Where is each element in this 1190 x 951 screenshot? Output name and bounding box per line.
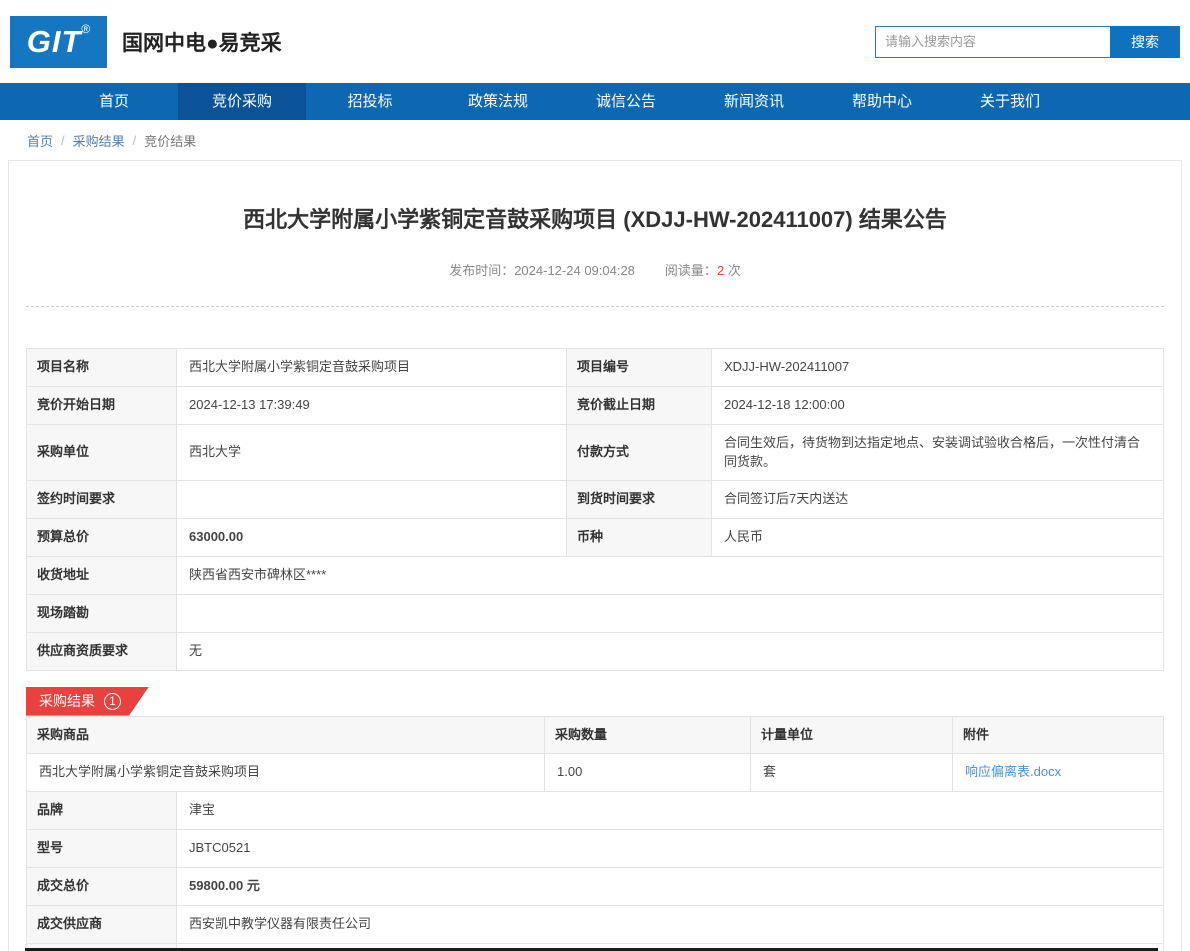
field-label: 竞价开始日期 — [27, 386, 177, 424]
field-label: 项目编号 — [567, 349, 712, 387]
views-unit: 次 — [728, 263, 741, 278]
table-row: 签约时间要求 到货时间要求 合同签订后7天内送达 — [27, 481, 1164, 519]
table-row: 预算总价 63000.00 币种 人民币 — [27, 519, 1164, 557]
field-value: 西北大学附属小学紫铜定音鼓采购项目 — [177, 349, 567, 387]
publish-time-value: 2024-12-24 09:04:28 — [514, 263, 635, 278]
nav-item-help[interactable]: 帮助中心 — [818, 83, 946, 120]
table-header-row: 采购商品 采购数量 计量单位 附件 — [27, 716, 1164, 754]
attachment-link[interactable]: 响应偏离表.docx — [965, 764, 1061, 779]
table-row: 西北大学附属小学紫铜定音鼓采购项目 1.00 套 响应偏离表.docx — [27, 754, 1164, 792]
table-row: 品牌 津宝 — [27, 792, 1164, 830]
purchase-quantity: 1.00 — [545, 754, 751, 792]
purchase-result-badge: 采购结果 1 — [26, 687, 149, 716]
column-header: 附件 — [953, 716, 1164, 754]
field-label: 到货时间要求 — [567, 481, 712, 519]
column-header: 计量单位 — [751, 716, 953, 754]
budget-total-value: 63000.00 — [177, 519, 567, 557]
field-label: 币种 — [567, 519, 712, 557]
nav-item-about[interactable]: 关于我们 — [946, 83, 1074, 120]
nav-item-integrity[interactable]: 诚信公告 — [562, 83, 690, 120]
badge-count: 1 — [104, 693, 121, 710]
search-bar: 搜索 — [875, 26, 1180, 58]
field-label: 付款方式 — [567, 424, 712, 481]
field-value: 2024-12-18 12:00:00 — [712, 386, 1164, 424]
field-label: 现场踏勘 — [27, 594, 177, 632]
logo[interactable]: GIT ® — [10, 16, 107, 68]
field-label: 项目名称 — [27, 349, 177, 387]
model-value: JBTC0521 — [177, 830, 1164, 868]
site-header: GIT ® 国网中电●易竞采 搜索 — [0, 0, 1190, 83]
breadcrumb-current: 竞价结果 — [144, 131, 196, 150]
nav-item-tender[interactable]: 招投标 — [306, 83, 434, 120]
field-value — [177, 594, 1164, 632]
nav-item-bidding-purchase[interactable]: 竞价采购 — [178, 83, 306, 120]
page-title: 西北大学附属小学紫铜定音鼓采购项目 (XDJJ-HW-202411007) 结果… — [26, 161, 1164, 234]
measure-unit: 套 — [751, 754, 953, 792]
breadcrumb-purchase-results[interactable]: 采购结果 — [73, 131, 125, 150]
table-row: 成交总价 59800.00 元 — [27, 867, 1164, 905]
views-count: 2 — [717, 263, 724, 278]
page: GIT ® 国网中电●易竞采 搜索 首页 竞价采购 招投标 政策法规 诚信公告 … — [0, 0, 1190, 951]
content-box: 西北大学附属小学紫铜定音鼓采购项目 (XDJJ-HW-202411007) 结果… — [8, 160, 1182, 951]
result-item-table: 采购商品 采购数量 计量单位 附件 西北大学附属小学紫铜定音鼓采购项目 1.00… — [26, 716, 1164, 793]
breadcrumb-home[interactable]: 首页 — [27, 131, 53, 150]
field-label: 供应商资质要求 — [27, 632, 177, 670]
product-name: 西北大学附属小学紫铜定音鼓采购项目 — [27, 754, 545, 792]
field-label: 收货地址 — [27, 557, 177, 595]
table-row: 供应商资质要求 无 — [27, 632, 1164, 670]
table-row: 采购单位 西北大学 付款方式 合同生效后，待货物到达指定地点、安装调试验收合格后… — [27, 424, 1164, 481]
field-value — [177, 481, 567, 519]
dashed-divider — [26, 306, 1164, 307]
logo-text: GIT — [27, 16, 82, 68]
field-label: 竞价截止日期 — [567, 386, 712, 424]
table-row: 竞价开始日期 2024-12-13 17:39:49 竞价截止日期 2024-1… — [27, 386, 1164, 424]
project-info-table: 项目名称 西北大学附属小学紫铜定音鼓采购项目 项目编号 XDJJ-HW-2024… — [26, 348, 1164, 671]
badge-label: 采购结果 — [39, 691, 95, 711]
column-header: 采购商品 — [27, 716, 545, 754]
main-nav: 首页 竞价采购 招投标 政策法规 诚信公告 新闻资讯 帮助中心 关于我们 — [0, 83, 1190, 120]
table-row: 现场踏勘 — [27, 594, 1164, 632]
supplier-value: 西安凯中教学仪器有限责任公司 — [177, 905, 1164, 943]
result-detail-table: 品牌 津宝 型号 JBTC0521 成交总价 59800.00 元 成交供应商 … — [26, 791, 1164, 951]
views-label: 阅读量： — [665, 263, 717, 278]
breadcrumb-separator: / — [133, 133, 137, 148]
brand-value: 津宝 — [177, 792, 1164, 830]
table-row: 成交供应商 西安凯中教学仪器有限责任公司 — [27, 905, 1164, 943]
search-button[interactable]: 搜索 — [1110, 26, 1180, 58]
table-row: 型号 JBTC0521 — [27, 830, 1164, 868]
registered-mark-icon: ® — [81, 22, 90, 36]
brand-name: 国网中电●易竞采 — [122, 27, 282, 57]
article-meta: 发布时间：2024-12-24 09:04:28 阅读量：2 次 — [26, 260, 1164, 279]
table-row: 收货地址 陕西省西安市碑林区**** — [27, 557, 1164, 595]
field-label: 签约时间要求 — [27, 481, 177, 519]
field-label: 成交供应商 — [27, 905, 177, 943]
table-row: 项目名称 西北大学附属小学紫铜定音鼓采购项目 项目编号 XDJJ-HW-2024… — [27, 349, 1164, 387]
field-label: 成交总价 — [27, 867, 177, 905]
nav-item-home[interactable]: 首页 — [50, 83, 178, 120]
breadcrumb: 首页 / 采购结果 / 竞价结果 — [0, 120, 1190, 160]
field-value: 合同生效后，待货物到达指定地点、安装调试验收合格后，一次性付清合同货款。 — [712, 424, 1164, 481]
brand-area: GIT ® 国网中电●易竞采 — [10, 16, 282, 68]
field-value: 人民币 — [712, 519, 1164, 557]
field-label: 品牌 — [27, 792, 177, 830]
search-input[interactable] — [875, 26, 1110, 58]
deal-total-price: 59800.00 元 — [177, 867, 1164, 905]
field-value: 无 — [177, 632, 1164, 670]
breadcrumb-separator: / — [61, 133, 65, 148]
field-label: 采购单位 — [27, 424, 177, 481]
column-header: 采购数量 — [545, 716, 751, 754]
field-value: 合同签订后7天内送达 — [712, 481, 1164, 519]
field-label: 预算总价 — [27, 519, 177, 557]
field-value: 西北大学 — [177, 424, 567, 481]
nav-item-policy[interactable]: 政策法规 — [434, 83, 562, 120]
field-value: 陕西省西安市碑林区**** — [177, 557, 1164, 595]
nav-item-news[interactable]: 新闻资讯 — [690, 83, 818, 120]
field-value: XDJJ-HW-202411007 — [712, 349, 1164, 387]
publish-time-label: 发布时间： — [449, 263, 514, 278]
field-value: 2024-12-13 17:39:49 — [177, 386, 567, 424]
field-label: 型号 — [27, 830, 177, 868]
